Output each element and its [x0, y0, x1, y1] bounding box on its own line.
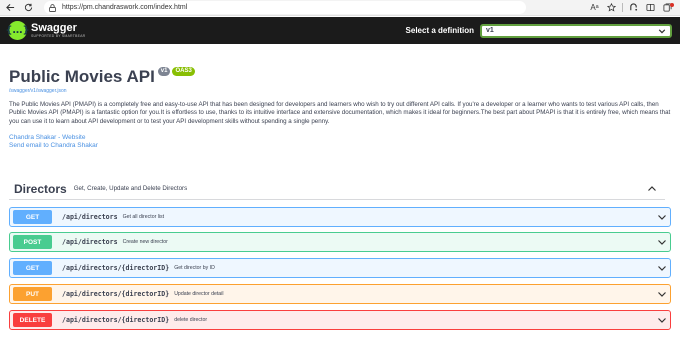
operation-path: /api/directors/{directorID}: [62, 316, 170, 324]
operation-get-directors[interactable]: GET /api/directors Get all director list: [9, 207, 671, 227]
operation-path: /api/directors/{directorID}: [62, 264, 170, 272]
method-badge: PUT: [13, 287, 52, 301]
tag-description: Get, Create, Update and Delete Directors: [73, 185, 188, 192]
chevron-up-icon[interactable]: [647, 184, 657, 194]
swagger-topbar: {…} Swagger Supported by SMARTBEAR Selec…: [0, 17, 680, 44]
chevron-down-icon[interactable]: [657, 212, 667, 222]
split-screen-icon: [646, 3, 655, 12]
split-screen-button[interactable]: [642, 1, 659, 15]
arrow-left-icon: [5, 3, 14, 12]
collections-button[interactable]: [659, 1, 676, 15]
address-bar[interactable]: https://pm.chandraswork.com/index.html: [44, 1, 526, 14]
contact-website-link[interactable]: Chandra Shakar - Website: [9, 134, 85, 141]
spec-url-link[interactable]: /swagger/v1/swagger.json: [9, 88, 67, 94]
swagger-logo[interactable]: {…} Swagger Supported by SMARTBEAR: [5, 21, 86, 40]
contact-email-link[interactable]: Send email to Chandra Shakar: [9, 142, 98, 149]
operation-summary: delete director: [174, 317, 208, 323]
api-title-row: Public Movies API v1 OAS3: [9, 67, 195, 87]
lock-icon: [48, 3, 57, 12]
brand-name: Swagger: [31, 21, 77, 34]
copilot-button[interactable]: [625, 1, 642, 15]
page-title: Public Movies API: [9, 67, 155, 86]
favorite-button[interactable]: [603, 1, 620, 15]
tag-name: Directors: [14, 181, 67, 196]
tag-header-directors[interactable]: Directors Get, Create, Update and Delete…: [9, 178, 665, 200]
refresh-icon: [24, 3, 32, 12]
chevron-down-icon[interactable]: [657, 315, 667, 325]
operation-summary: Get all director list: [122, 214, 165, 220]
operation-path: /api/directors/{directorID}: [62, 290, 170, 298]
url-text: https://pm.chandraswork.com/index.html: [62, 4, 188, 11]
operation-put-director[interactable]: PUT /api/directors/{directorID} Update d…: [9, 284, 671, 304]
api-description: The Public Movies API (PMAPI) is a compl…: [9, 101, 671, 125]
operation-post-directors[interactable]: POST /api/directors Create new director: [9, 232, 671, 252]
read-aloud-icon: Aᵃ: [590, 3, 599, 12]
chevron-down-icon[interactable]: [657, 263, 667, 273]
method-badge: POST: [13, 235, 52, 249]
definition-value: v1: [486, 27, 494, 34]
operation-delete-director[interactable]: DELETE /api/directors/{directorID} delet…: [9, 310, 671, 330]
swagger-logo-icon: {…}: [5, 21, 30, 40]
toolbar-divider: [622, 3, 623, 12]
operation-summary: Update director detail: [174, 291, 224, 297]
operation-path: /api/directors: [62, 238, 118, 246]
back-button[interactable]: [2, 0, 18, 16]
operation-get-director-by-id[interactable]: GET /api/directors/{directorID} Get dire…: [9, 258, 671, 278]
definition-select[interactable]: v1: [480, 23, 672, 38]
refresh-button[interactable]: [20, 0, 36, 16]
chevron-down-icon: [658, 27, 666, 37]
method-badge: GET: [13, 261, 52, 275]
operation-summary: Create new director: [122, 239, 168, 245]
browser-toolbar: https://pm.chandraswork.com/index.html A…: [0, 0, 680, 16]
copilot-icon: [630, 3, 638, 11]
method-badge: GET: [13, 210, 52, 224]
chevron-down-icon[interactable]: [657, 237, 667, 247]
read-aloud-button[interactable]: Aᵃ: [586, 1, 603, 15]
brand-subtitle: Supported by SMARTBEAR: [31, 33, 86, 38]
operation-summary: Get director by ID: [174, 265, 215, 271]
oas-badge: OAS3: [172, 67, 195, 76]
star-icon: [607, 3, 616, 12]
operation-path: /api/directors: [62, 213, 118, 221]
definition-label: Select a definition: [405, 26, 474, 35]
collections-icon: [663, 3, 672, 12]
method-badge: DELETE: [13, 313, 52, 327]
chevron-down-icon[interactable]: [657, 289, 667, 299]
version-badge: v1: [157, 67, 171, 76]
